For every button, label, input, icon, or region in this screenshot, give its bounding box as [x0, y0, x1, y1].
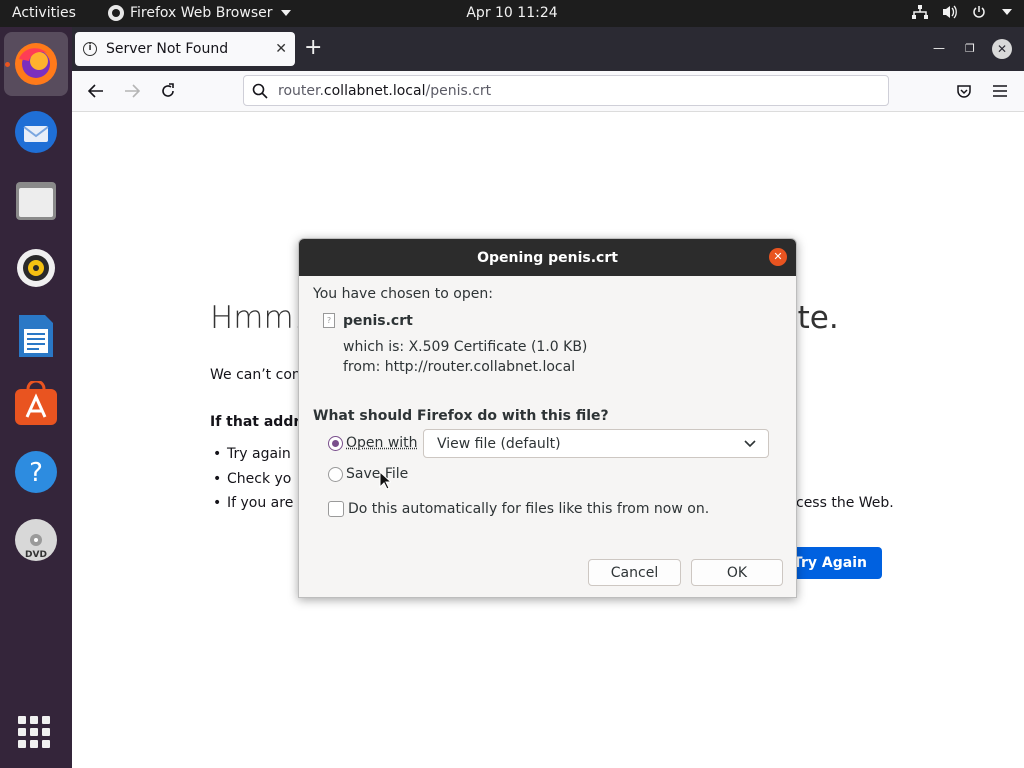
url-bar[interactable]: router. collabnet.local/penis.crt	[243, 75, 889, 106]
cancel-button[interactable]: Cancel	[588, 559, 681, 586]
power-icon	[973, 6, 985, 18]
caret-down-icon	[280, 10, 291, 16]
file-name: penis.crt	[343, 313, 413, 329]
info-icon: i	[83, 42, 97, 56]
save-file-radio[interactable]	[328, 467, 343, 482]
rhythmbox-icon	[17, 249, 55, 287]
error-description: We can’t conn	[210, 367, 310, 383]
menu-button[interactable]	[988, 79, 1012, 103]
ok-button[interactable]: OK	[691, 559, 783, 586]
back-button[interactable]	[84, 79, 108, 103]
show-applications-icon[interactable]	[18, 716, 50, 748]
search-icon	[252, 83, 268, 99]
minimize-icon[interactable]: —	[933, 41, 945, 55]
chevron-down-icon	[744, 440, 756, 448]
file-type: which is: X.509 Certificate (1.0 KB)	[343, 339, 588, 355]
caret-down-icon	[1002, 9, 1012, 15]
dock-files[interactable]	[4, 168, 68, 232]
new-tab-icon[interactable]: +	[304, 36, 322, 60]
tab-strip: i Server Not Found ✕ + — ❐ ✕	[72, 27, 1024, 71]
open-with-label[interactable]: Open with	[346, 435, 418, 451]
back-arrow-icon	[88, 84, 103, 98]
dock-help[interactable]: ?	[4, 440, 68, 504]
firefox-small-icon	[108, 5, 124, 21]
action-question: What should Firefox do with this file?	[313, 408, 609, 424]
suggestion-item: Check yo	[213, 471, 291, 487]
tab-active[interactable]: i Server Not Found ✕	[75, 32, 295, 66]
suggestion-item: If you are	[213, 495, 293, 511]
open-with-select[interactable]: View file (default)	[423, 429, 769, 458]
firefox-icon	[15, 43, 57, 85]
save-file-label[interactable]: Save File	[346, 466, 408, 482]
open-with-value: View file (default)	[437, 435, 561, 452]
top-bar: Activities Firefox Web Browser Apr 10 11…	[0, 0, 1024, 27]
app-menu-label: Firefox Web Browser	[130, 5, 273, 21]
auto-checkbox-label[interactable]: Do this automatically for files like thi…	[348, 501, 709, 517]
help-icon: ?	[15, 451, 57, 493]
url-path: /penis.crt	[425, 82, 492, 99]
network-icon	[912, 5, 928, 19]
reload-icon	[162, 83, 174, 97]
dock-firefox[interactable]	[4, 32, 68, 96]
hamburger-menu-icon	[993, 85, 1007, 97]
restore-icon[interactable]: ❐	[965, 42, 975, 55]
url-host: collabnet.local	[323, 82, 426, 99]
dock: ? DVD	[0, 27, 72, 768]
running-indicator	[5, 62, 10, 67]
suggestion-item: Try again	[213, 446, 291, 462]
system-tray[interactable]	[912, 5, 1012, 19]
suggestion-item-end: cess the Web.	[796, 495, 894, 511]
file-source: from: http://router.collabnet.local	[343, 359, 576, 375]
window-close-icon[interactable]: ✕	[992, 39, 1012, 59]
thunderbird-icon	[15, 111, 57, 153]
reload-button[interactable]	[156, 79, 180, 103]
dialog-close-icon[interactable]: ✕	[769, 248, 787, 266]
pocket-icon	[957, 85, 971, 98]
dock-dvd[interactable]: DVD	[4, 508, 68, 572]
open-with-radio[interactable]	[328, 436, 343, 451]
error-subheading: If that addre	[210, 414, 310, 430]
pocket-button[interactable]	[952, 79, 976, 103]
svg-text:DVD: DVD	[25, 550, 47, 560]
forward-arrow-icon	[125, 84, 140, 98]
dock-software[interactable]	[4, 372, 68, 436]
file-icon: ?	[323, 313, 335, 328]
url-prefix: router.	[278, 82, 324, 99]
activities-button[interactable]: Activities	[12, 5, 76, 21]
libreoffice-writer-icon	[19, 315, 53, 357]
volume-icon	[943, 5, 957, 19]
nav-bar: router. collabnet.local/penis.crt	[72, 71, 1024, 112]
svg-text:?: ?	[29, 458, 43, 488]
software-center-icon	[15, 381, 57, 425]
tab-title: Server Not Found	[106, 41, 229, 57]
mouse-cursor-icon	[379, 471, 391, 490]
open-file-dialog: Opening penis.crt ✕ You have chosen to o…	[298, 238, 797, 598]
dialog-title: Opening penis.crt	[477, 249, 618, 266]
chosen-label: You have chosen to open:	[313, 286, 493, 302]
dock-rhythmbox[interactable]	[4, 236, 68, 300]
forward-button[interactable]	[120, 79, 144, 103]
dock-writer[interactable]	[4, 304, 68, 368]
dialog-header: Opening penis.crt ✕	[299, 239, 796, 276]
dock-thunderbird[interactable]	[4, 100, 68, 164]
clock[interactable]: Apr 10 11:24	[466, 5, 557, 21]
tab-close-icon[interactable]: ✕	[275, 41, 287, 57]
error-title: Hmm.	[210, 300, 304, 336]
files-icon	[16, 182, 56, 220]
auto-checkbox[interactable]	[328, 501, 344, 517]
dvd-icon: DVD	[15, 519, 57, 561]
app-menu[interactable]: Firefox Web Browser	[108, 5, 291, 21]
